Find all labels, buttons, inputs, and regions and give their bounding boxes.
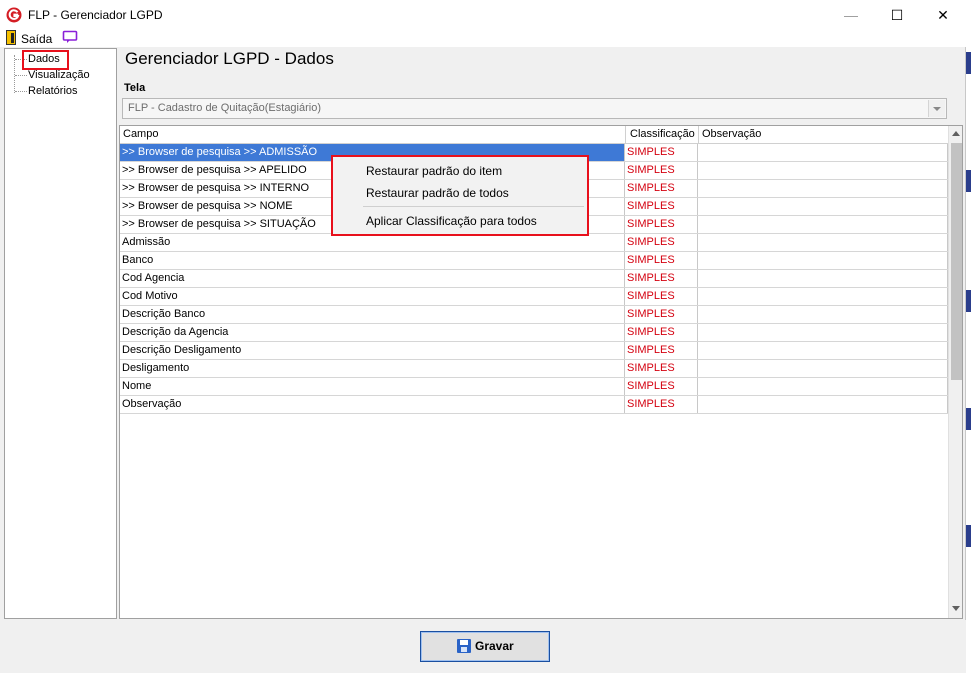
vertical-scrollbar[interactable] [948, 126, 962, 618]
cell-observacao[interactable] [698, 144, 948, 161]
title-bar: FLP - Gerenciador LGPD — ☐ ✕ [0, 0, 966, 31]
cell-classificacao[interactable]: SIMPLES [625, 180, 698, 197]
cell-observacao[interactable] [698, 342, 948, 359]
menu-item-restore-all[interactable]: Restaurar padrão de todos [366, 186, 509, 200]
cell-classificacao[interactable]: SIMPLES [625, 252, 698, 269]
cell-campo[interactable]: Banco [120, 252, 625, 269]
table-row[interactable]: Banco SIMPLES [120, 252, 948, 270]
cell-campo[interactable]: Cod Motivo [120, 288, 625, 305]
column-header-observacao[interactable]: Observação [702, 128, 761, 140]
tela-select[interactable]: FLP - Cadastro de Quitação(Estagiário) [122, 98, 947, 119]
cell-observacao[interactable] [698, 216, 948, 233]
app-logo-icon [6, 7, 22, 23]
window-title: FLP - Gerenciador LGPD [28, 8, 163, 22]
close-button[interactable]: ✕ [920, 0, 966, 31]
table-row[interactable]: Admissão SIMPLES [120, 234, 948, 252]
cell-campo[interactable]: Descrição Banco [120, 306, 625, 323]
cell-campo[interactable]: Descrição da Agencia [120, 324, 625, 341]
exit-door-icon[interactable] [6, 30, 16, 45]
grid-header: Campo Classificação Observação [120, 126, 948, 144]
tree-item-visualizacao[interactable]: Visualização [28, 69, 90, 81]
minimize-button[interactable]: — [828, 0, 874, 31]
background-window-edge [966, 525, 971, 547]
tela-label: Tela [124, 82, 146, 94]
cell-campo[interactable]: Observação [120, 396, 625, 413]
cell-observacao[interactable] [698, 162, 948, 179]
column-header-campo[interactable]: Campo [123, 128, 158, 140]
cell-classificacao[interactable]: SIMPLES [625, 198, 698, 215]
table-row[interactable]: Cod Motivo SIMPLES [120, 288, 948, 306]
context-menu: Restaurar padrão do item Restaurar padrã… [331, 155, 589, 236]
main-window: FLP - Gerenciador LGPD — ☐ ✕ Saída Dados… [0, 0, 966, 673]
cell-classificacao[interactable]: SIMPLES [625, 234, 698, 251]
cell-observacao[interactable] [698, 234, 948, 251]
cell-classificacao[interactable]: SIMPLES [625, 324, 698, 341]
cell-observacao[interactable] [698, 396, 948, 413]
menu-bar: Saída [0, 30, 966, 47]
save-button-label: Gravar [475, 639, 514, 653]
tela-select-value: FLP - Cadastro de Quitação(Estagiário) [128, 102, 321, 114]
tree-item-relatorios[interactable]: Relatórios [28, 85, 78, 97]
background-window-edge [966, 170, 971, 192]
cell-classificacao[interactable]: SIMPLES [625, 144, 698, 161]
column-header-classificacao[interactable]: Classificação [630, 128, 695, 140]
cell-observacao[interactable] [698, 378, 948, 395]
cell-campo[interactable]: Desligamento [120, 360, 625, 377]
table-row[interactable]: Observação SIMPLES [120, 396, 948, 414]
background-window-edge [966, 290, 971, 312]
menu-separator [363, 206, 584, 207]
cell-campo[interactable]: Admissão [120, 234, 625, 251]
scroll-up-icon[interactable] [952, 131, 960, 136]
background-window-edge [966, 52, 971, 74]
navigation-tree: Dados Visualização Relatórios [4, 48, 117, 619]
cell-classificacao[interactable]: SIMPLES [625, 216, 698, 233]
cell-observacao[interactable] [698, 198, 948, 215]
cell-campo[interactable]: Cod Agencia [120, 270, 625, 287]
table-row[interactable]: Descrição da Agencia SIMPLES [120, 324, 948, 342]
cell-classificacao[interactable]: SIMPLES [625, 288, 698, 305]
cell-observacao[interactable] [698, 360, 948, 377]
background-window-edge [966, 408, 971, 430]
table-row[interactable]: Cod Agencia SIMPLES [120, 270, 948, 288]
cell-classificacao[interactable]: SIMPLES [625, 396, 698, 413]
cell-classificacao[interactable]: SIMPLES [625, 360, 698, 377]
chevron-down-icon[interactable] [928, 100, 945, 117]
cell-classificacao[interactable]: SIMPLES [625, 270, 698, 287]
column-divider[interactable] [698, 126, 699, 143]
table-row[interactable]: Desligamento SIMPLES [120, 360, 948, 378]
table-row[interactable]: Descrição Banco SIMPLES [120, 306, 948, 324]
menu-item-restore-item[interactable]: Restaurar padrão do item [366, 164, 502, 178]
cell-observacao[interactable] [698, 270, 948, 287]
cell-campo[interactable]: Descrição Desligamento [120, 342, 625, 359]
cell-observacao[interactable] [698, 180, 948, 197]
cell-observacao[interactable] [698, 306, 948, 323]
column-divider[interactable] [625, 126, 626, 143]
tree-connector [15, 75, 27, 76]
scrollbar-thumb[interactable] [951, 143, 962, 380]
cell-classificacao[interactable]: SIMPLES [625, 306, 698, 323]
cell-observacao[interactable] [698, 288, 948, 305]
highlight-box [22, 50, 69, 70]
cell-classificacao[interactable]: SIMPLES [625, 162, 698, 179]
tree-connector [15, 91, 27, 92]
menu-item-apply-all[interactable]: Aplicar Classificação para todos [366, 214, 537, 228]
cell-campo[interactable]: Nome [120, 378, 625, 395]
table-row[interactable]: Descrição Desligamento SIMPLES [120, 342, 948, 360]
save-button[interactable]: Gravar [420, 631, 550, 662]
chat-icon[interactable] [62, 30, 78, 44]
maximize-button[interactable]: ☐ [874, 0, 920, 31]
menu-exit[interactable]: Saída [21, 32, 52, 46]
page-title: Gerenciador LGPD - Dados [125, 49, 334, 68]
scroll-down-icon[interactable] [952, 606, 960, 611]
cell-observacao[interactable] [698, 252, 948, 269]
cell-classificacao[interactable]: SIMPLES [625, 342, 698, 359]
cell-observacao[interactable] [698, 324, 948, 341]
cell-classificacao[interactable]: SIMPLES [625, 378, 698, 395]
table-row[interactable]: Nome SIMPLES [120, 378, 948, 396]
floppy-disk-icon [457, 639, 471, 653]
tree-guide-line [14, 55, 15, 93]
